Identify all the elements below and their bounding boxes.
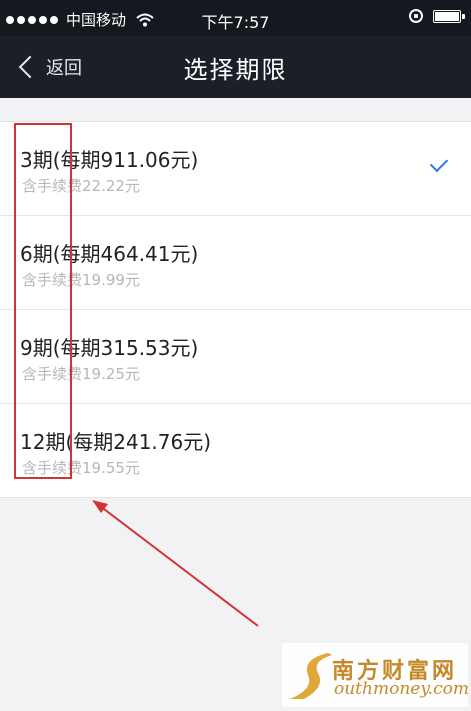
- status-bar: 中国移动 下午7:57: [0, 0, 471, 36]
- status-right: [409, 9, 465, 23]
- installment-option-9[interactable]: 9期(每期315.53元) 含手续费19.25元: [0, 310, 471, 404]
- option-fee: 含手续费19.25元: [22, 365, 140, 383]
- option-fee: 含手续费22.22元: [22, 177, 140, 195]
- option-title: 6期(每期464.41元): [20, 242, 199, 266]
- battery-icon: [433, 9, 465, 23]
- page-title: 选择期限: [183, 56, 288, 84]
- installment-option-list: 3期(每期911.06元) 含手续费22.22元 6期(每期464.41元) 含…: [0, 121, 471, 498]
- installment-option-6[interactable]: 6期(每期464.41元) 含手续费19.99元: [0, 216, 471, 310]
- checkmark-icon: [429, 153, 449, 173]
- watermark: 南方财富网 outhmoney.com: [282, 643, 469, 707]
- installment-option-12[interactable]: 12期(每期241.76元) 含手续费19.55元: [0, 404, 471, 497]
- installment-option-3[interactable]: 3期(每期911.06元) 含手续费22.22元: [0, 122, 471, 216]
- option-title: 12期(每期241.76元): [20, 430, 212, 454]
- option-fee: 含手续费19.99元: [22, 271, 140, 289]
- option-fee: 含手续费19.55元: [22, 459, 140, 477]
- orientation-lock-icon: [409, 9, 423, 23]
- status-time: 下午7:57: [201, 13, 270, 32]
- watermark-logo-icon: [290, 653, 332, 699]
- option-title: 3期(每期911.06元): [20, 148, 199, 172]
- navigation-bar: 返回 选择期限: [0, 36, 471, 98]
- watermark-site: outhmoney.com: [334, 679, 469, 699]
- option-title: 9期(每期315.53元): [20, 336, 199, 360]
